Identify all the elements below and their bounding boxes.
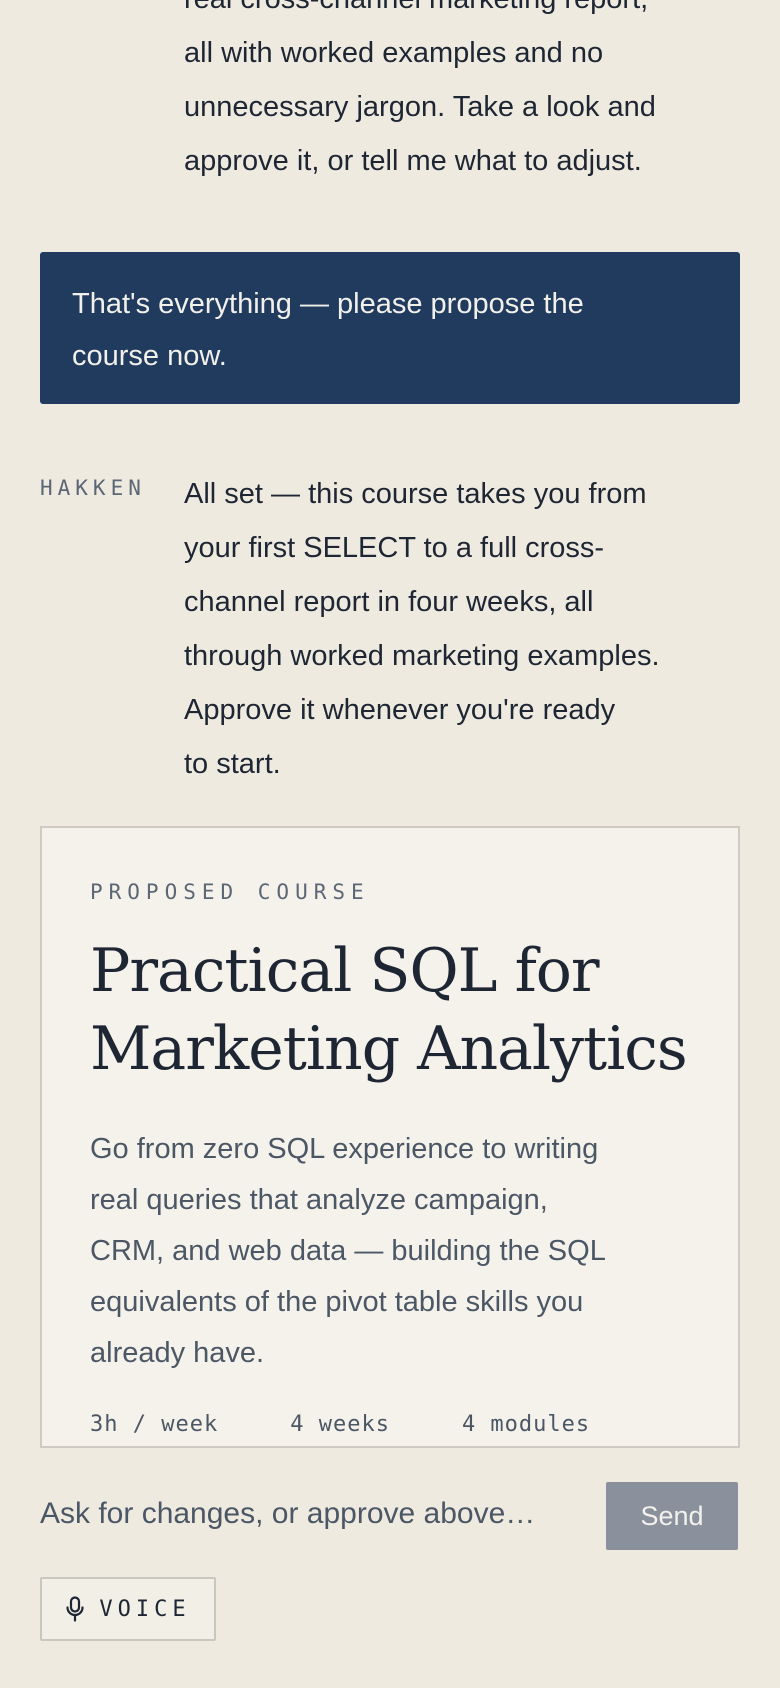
user-message-bubble: That's everything — please propose the c… — [40, 252, 740, 404]
message-line: unnecessary jargon. Take a look and — [184, 91, 656, 123]
message-line: your first SELECT to a full cross- — [184, 532, 605, 564]
proposed-course-card: PROPOSED COURSE Practical SQL for Market… — [40, 826, 740, 1448]
description-line: Go from zero SQL experience to writing — [90, 1133, 599, 1165]
agent-sender-label: HAKKEN — [40, 476, 146, 500]
message-line: Approve it whenever you're ready — [184, 694, 616, 726]
course-meta: 3h / week 4 weeks 4 modules — [90, 1412, 590, 1437]
meta-hours: 3h / week — [90, 1412, 219, 1437]
message-line: course now. — [72, 340, 227, 372]
meta-modules: 4 modules — [461, 1412, 591, 1437]
course-title: Practical SQL for Marketing Analytics — [90, 932, 710, 1088]
message-line: real cross-channel marketing report, — [184, 0, 744, 26]
message-input[interactable] — [40, 1482, 580, 1546]
message-line: through worked marketing examples. — [184, 640, 660, 672]
microphone-icon — [65, 1596, 85, 1622]
voice-button[interactable]: VOICE — [40, 1577, 216, 1641]
title-line: Practical SQL for — [90, 936, 600, 1006]
meta-duration: 4 weeks — [290, 1412, 390, 1437]
title-line: Marketing Analytics — [90, 1014, 688, 1084]
message-line: That's everything — please propose the — [72, 288, 584, 320]
previous-agent-message: real cross-channel marketing report, all… — [184, 0, 744, 188]
description-line: already have. — [90, 1337, 265, 1369]
description-line: equivalents of the pivot table skills yo… — [90, 1286, 584, 1318]
send-button[interactable]: Send — [606, 1482, 738, 1550]
message-line: approve it, or tell me what to adjust. — [184, 145, 642, 177]
description-line: CRM, and web data — building the SQL — [90, 1235, 606, 1267]
message-line: to start. — [184, 748, 281, 780]
voice-label: VOICE — [99, 1596, 191, 1622]
message-line: All set — this course takes you from — [184, 478, 647, 510]
message-line: all with worked examples and no — [184, 37, 604, 69]
card-eyebrow: PROPOSED COURSE — [90, 880, 370, 904]
agent-message: All set — this course takes you from you… — [184, 467, 744, 791]
description-line: real queries that analyze campaign, — [90, 1184, 548, 1216]
message-line: channel report in four weeks, all — [184, 586, 594, 618]
course-description: Go from zero SQL experience to writing r… — [90, 1124, 710, 1379]
